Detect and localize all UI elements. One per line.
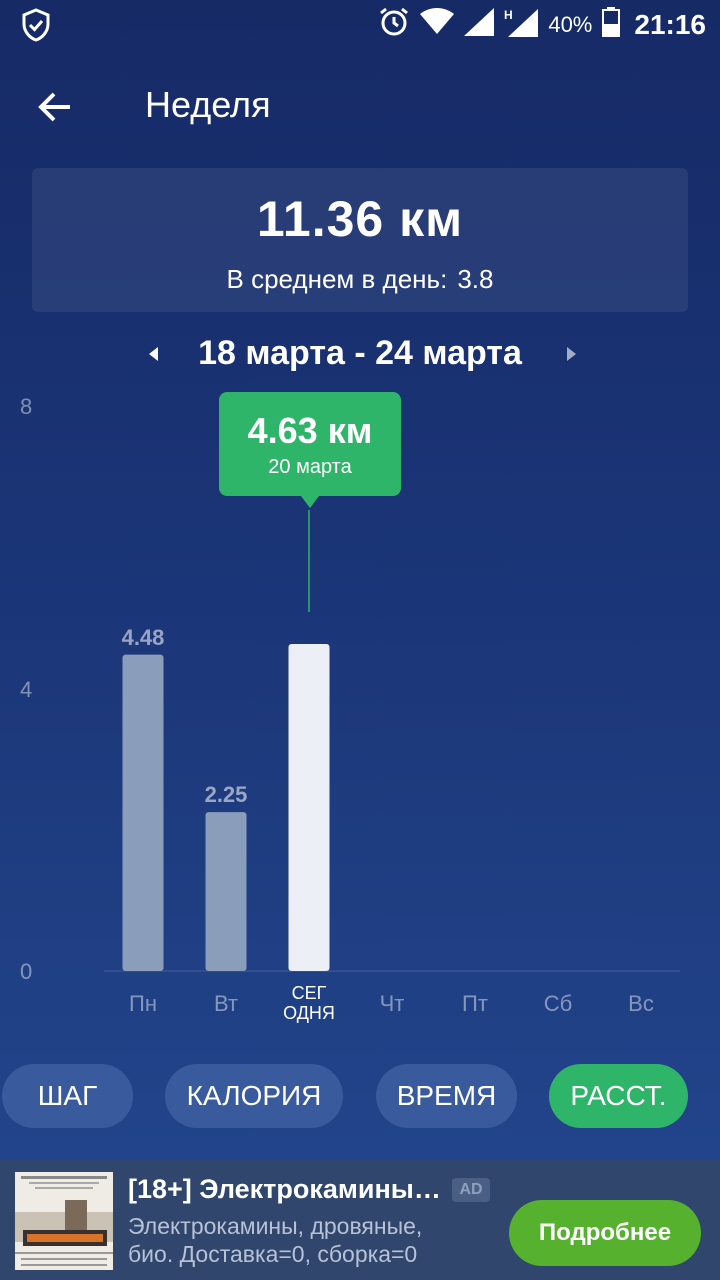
signal-icon-h: H	[504, 7, 539, 44]
date-range-selector: 18 марта - 24 марта	[0, 330, 720, 378]
battery-percent: 40%	[548, 12, 593, 37]
tab-steps[interactable]: ШАГ	[2, 1064, 133, 1128]
back-arrow-icon[interactable]	[30, 82, 80, 132]
metric-tabs: ШАГ КАЛОРИЯ ВРЕМЯ РАССТ.	[0, 1064, 720, 1130]
weekly-distance-chart: 4.63 км 20 марта 8 4 0 4.48 2.25 Пн Вт СЕГ ОДНЯ Ч…	[0, 380, 720, 1040]
wifi-icon	[420, 7, 455, 43]
ad-title[interactable]: [18+] Электрокамины…	[128, 1174, 448, 1205]
total-distance: 11.36 км	[256, 191, 464, 247]
ad-image[interactable]	[15, 1172, 113, 1270]
chart-bar[interactable]	[288, 644, 330, 971]
status-bar: H 40% 21:16	[0, 0, 720, 50]
tab-distance[interactable]: РАССТ.	[549, 1064, 688, 1128]
signal-icon	[464, 7, 495, 43]
battery-icon	[602, 6, 621, 44]
x-tick-label: Пт	[462, 991, 488, 1016]
x-tick-label: СЕГ ОДНЯ	[283, 983, 335, 1023]
chart-bar[interactable]	[122, 654, 164, 971]
ad-description[interactable]: Электрокамины, дровяные, био. Доставка=0…	[128, 1212, 468, 1268]
y-tick-label: 4	[20, 676, 33, 702]
alarm-icon	[378, 6, 410, 45]
bar-value-label: 4.48	[121, 624, 165, 650]
app-bar: Неделя	[0, 70, 720, 142]
selected-bar-tooltip: 4.63 км 20 марта	[219, 392, 401, 508]
ad-badge: AD	[452, 1178, 490, 1202]
summary-card: 11.36 км В среднем в день: 3.8	[32, 168, 688, 312]
x-tick-label: Сб	[543, 991, 573, 1016]
x-tick-label: Пн	[129, 991, 157, 1016]
y-tick-label: 0	[20, 959, 33, 984]
tab-calories[interactable]: КАЛОРИЯ	[165, 1064, 343, 1128]
daily-average-label: В среднем в день:	[226, 264, 448, 294]
bar-value-label: 2.25	[204, 782, 248, 808]
daily-average: В среднем в день: 3.8	[32, 264, 688, 295]
y-tick-label: 8	[20, 394, 33, 419]
x-tick-label: Вт	[213, 991, 239, 1016]
x-tick-label: Чт	[379, 991, 405, 1016]
tooltip-value: 4.63 км	[247, 410, 373, 451]
chevron-right-icon[interactable]	[555, 336, 585, 372]
svg-text:H: H	[504, 8, 513, 22]
clock: 21:16	[634, 9, 706, 40]
daily-average-value: 3.8	[457, 264, 494, 294]
tab-time[interactable]: ВРЕМЯ	[376, 1064, 517, 1128]
shield-icon	[22, 8, 50, 47]
x-tick-label: Вс	[628, 991, 654, 1016]
date-range-label: 18 марта - 24 марта	[198, 334, 522, 372]
page-title: Неделя	[145, 84, 271, 125]
tooltip-date: 20 марта	[268, 456, 352, 478]
ad-cta-button[interactable]: Подробнее	[509, 1200, 701, 1266]
ad-banner[interactable]: [18+] Электрокамины… AD Электрокамины, д…	[0, 1160, 720, 1280]
chart-bar[interactable]	[205, 812, 247, 971]
